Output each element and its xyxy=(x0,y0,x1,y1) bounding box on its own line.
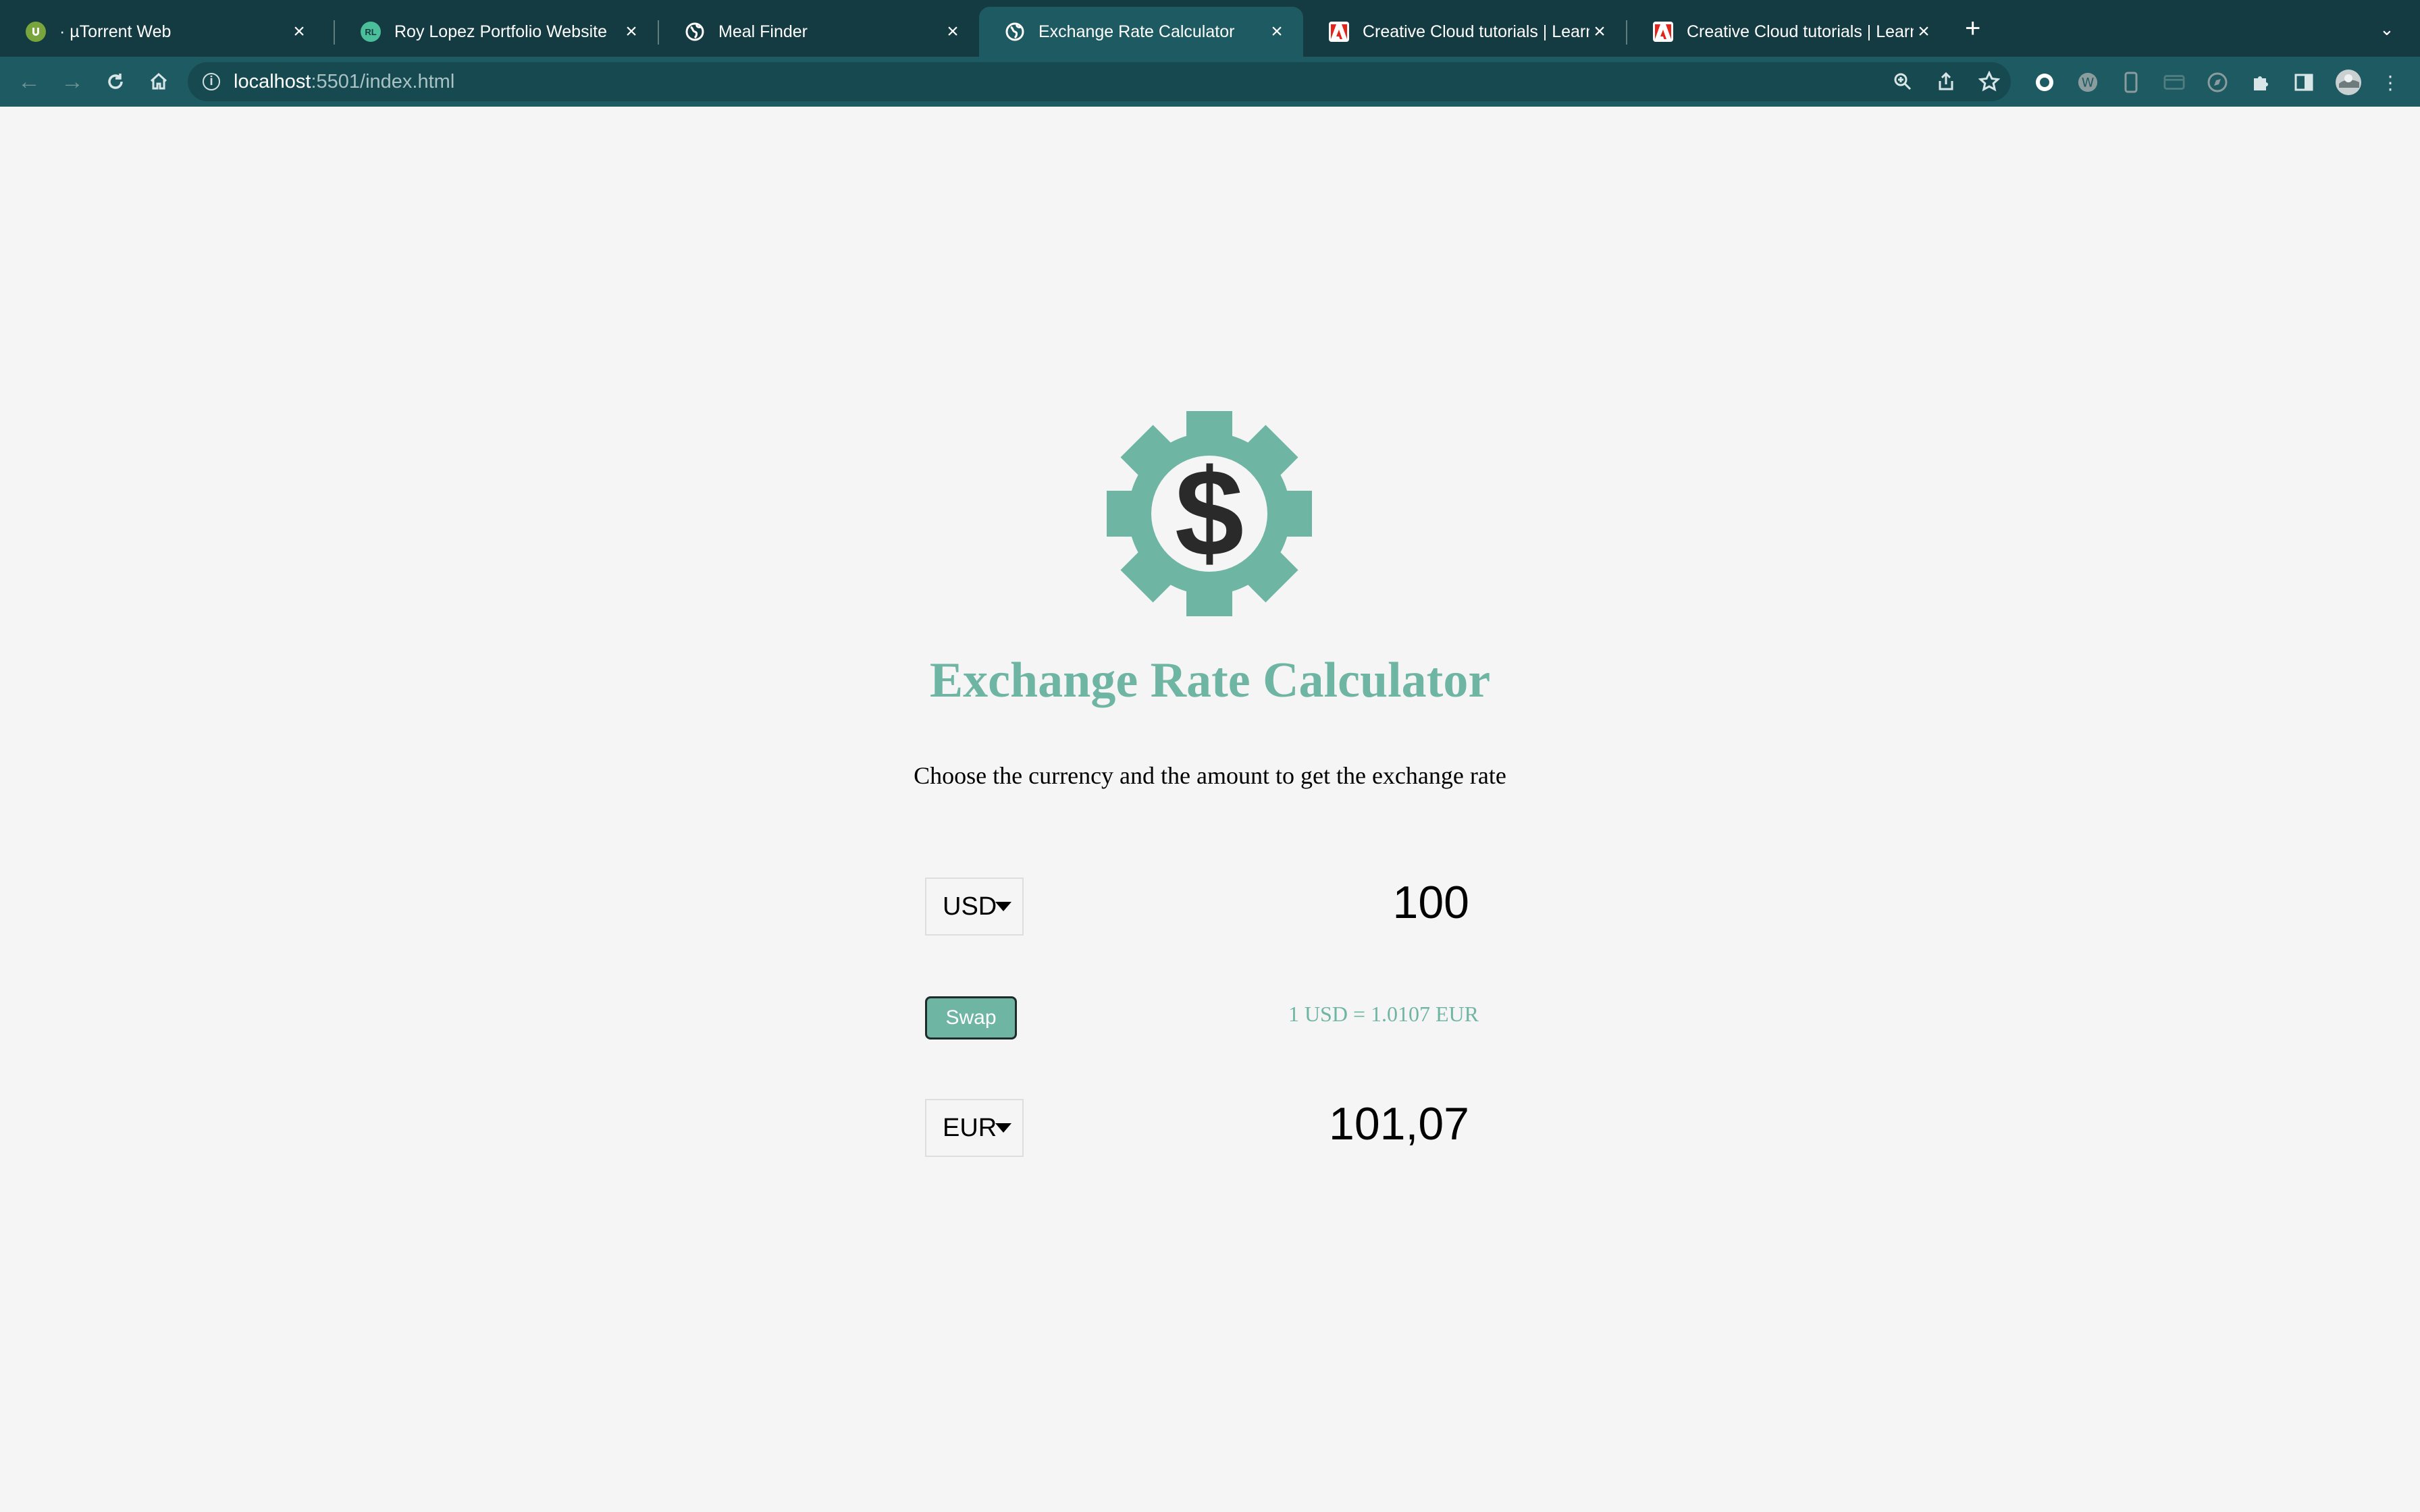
zoom-icon[interactable] xyxy=(1892,71,1914,92)
adobe-icon xyxy=(1329,22,1349,42)
tab-creative-cloud-1[interactable]: Creative Cloud tutorials | Learn × xyxy=(1303,7,1626,57)
exchange-rate-text: 1 USD = 1.0107 EUR xyxy=(1288,1002,1479,1026)
extension-compass-icon[interactable] xyxy=(2207,72,2228,93)
rl-logo-icon: RL xyxy=(361,22,381,42)
tab-title: Exchange Rate Calculator xyxy=(1038,22,1235,41)
amount-one-input[interactable]: 100 xyxy=(1148,876,1469,929)
tab-title: · µTorrent Web xyxy=(59,22,172,41)
chevron-down-icon xyxy=(995,1123,1012,1133)
swap-button[interactable]: Swap xyxy=(925,996,1017,1040)
currency-two-code: EUR xyxy=(943,1113,997,1142)
page-subtitle: Choose the currency and the amount to ge… xyxy=(914,762,1506,789)
back-button[interactable]: ← xyxy=(12,65,46,99)
page-content: $ Exchange Rate Calculator Choose the cu… xyxy=(0,107,2420,1512)
info-icon[interactable]: i xyxy=(203,73,220,90)
tab-exchange-rate-calculator[interactable]: Exchange Rate Calculator × xyxy=(979,7,1303,57)
adobe-icon xyxy=(1653,22,1673,42)
tab-meal-finder[interactable]: Meal Finder × xyxy=(659,7,979,57)
globe-icon xyxy=(685,22,705,42)
close-icon[interactable]: × xyxy=(943,20,963,43)
address-bar[interactable]: i localhost:5501/index.html xyxy=(188,62,2011,101)
globe-icon xyxy=(1005,22,1025,42)
svg-text:W: W xyxy=(2082,76,2095,90)
home-icon xyxy=(150,72,167,90)
close-icon[interactable]: × xyxy=(621,20,641,43)
extension-window-icon[interactable] xyxy=(2163,72,2185,93)
close-icon[interactable]: × xyxy=(1267,20,1287,43)
close-icon[interactable]: × xyxy=(1914,20,1934,43)
browser-toolbar: ← → i localhost:5501/index.html W ⋮ xyxy=(0,57,2420,107)
profile-avatar[interactable] xyxy=(2335,69,2362,96)
close-icon[interactable]: × xyxy=(1589,20,1610,43)
tab-title: Meal Finder xyxy=(718,22,808,41)
amount-two-output[interactable]: 101,07 xyxy=(1148,1098,1469,1150)
tab-search-chevron-icon[interactable]: ⌄ xyxy=(2379,19,2394,40)
svg-text:$: $ xyxy=(1175,443,1244,582)
share-icon[interactable] xyxy=(1935,71,1957,92)
tab-creative-cloud-2[interactable]: Creative Cloud tutorials | Learn × xyxy=(1627,7,1950,57)
page-title: Exchange Rate Calculator xyxy=(929,653,1491,708)
tab-portfolio[interactable]: RL Roy Lopez Portfolio Website × xyxy=(335,7,658,57)
bookmark-star-icon[interactable] xyxy=(1978,71,2000,92)
tab-title: Roy Lopez Portfolio Website xyxy=(394,22,607,41)
extension-w-icon[interactable]: W xyxy=(2077,72,2099,93)
forward-button[interactable]: → xyxy=(55,65,89,99)
currency-one-select[interactable]: USD xyxy=(925,878,1024,936)
menu-kebab-icon[interactable]: ⋮ xyxy=(2379,72,2401,93)
extension-circle-icon[interactable] xyxy=(2034,72,2055,93)
currency-gear-logo-icon: $ xyxy=(1107,411,1312,616)
tab-utorrent[interactable]: · µTorrent Web × xyxy=(0,7,325,57)
tab-title: Creative Cloud tutorials | Learn xyxy=(1363,22,1589,41)
reload-icon xyxy=(108,74,123,89)
tab-title: Creative Cloud tutorials | Learn xyxy=(1687,22,1914,41)
extension-phone-icon[interactable] xyxy=(2120,72,2142,93)
home-button[interactable] xyxy=(142,65,176,99)
tab-strip: · µTorrent Web × RL Roy Lopez Portfolio … xyxy=(0,0,2420,57)
extensions-puzzle-icon[interactable] xyxy=(2250,72,2271,93)
close-icon[interactable]: × xyxy=(289,20,309,43)
url-text[interactable]: localhost:5501/index.html xyxy=(234,71,454,93)
side-panel-icon[interactable] xyxy=(2293,72,2315,93)
chevron-down-icon xyxy=(995,902,1012,911)
reload-button[interactable] xyxy=(99,65,132,99)
new-tab-button[interactable]: + xyxy=(1965,15,1980,42)
utorrent-icon xyxy=(26,22,46,42)
currency-one-code: USD xyxy=(943,892,997,921)
currency-two-select[interactable]: EUR xyxy=(925,1099,1024,1157)
